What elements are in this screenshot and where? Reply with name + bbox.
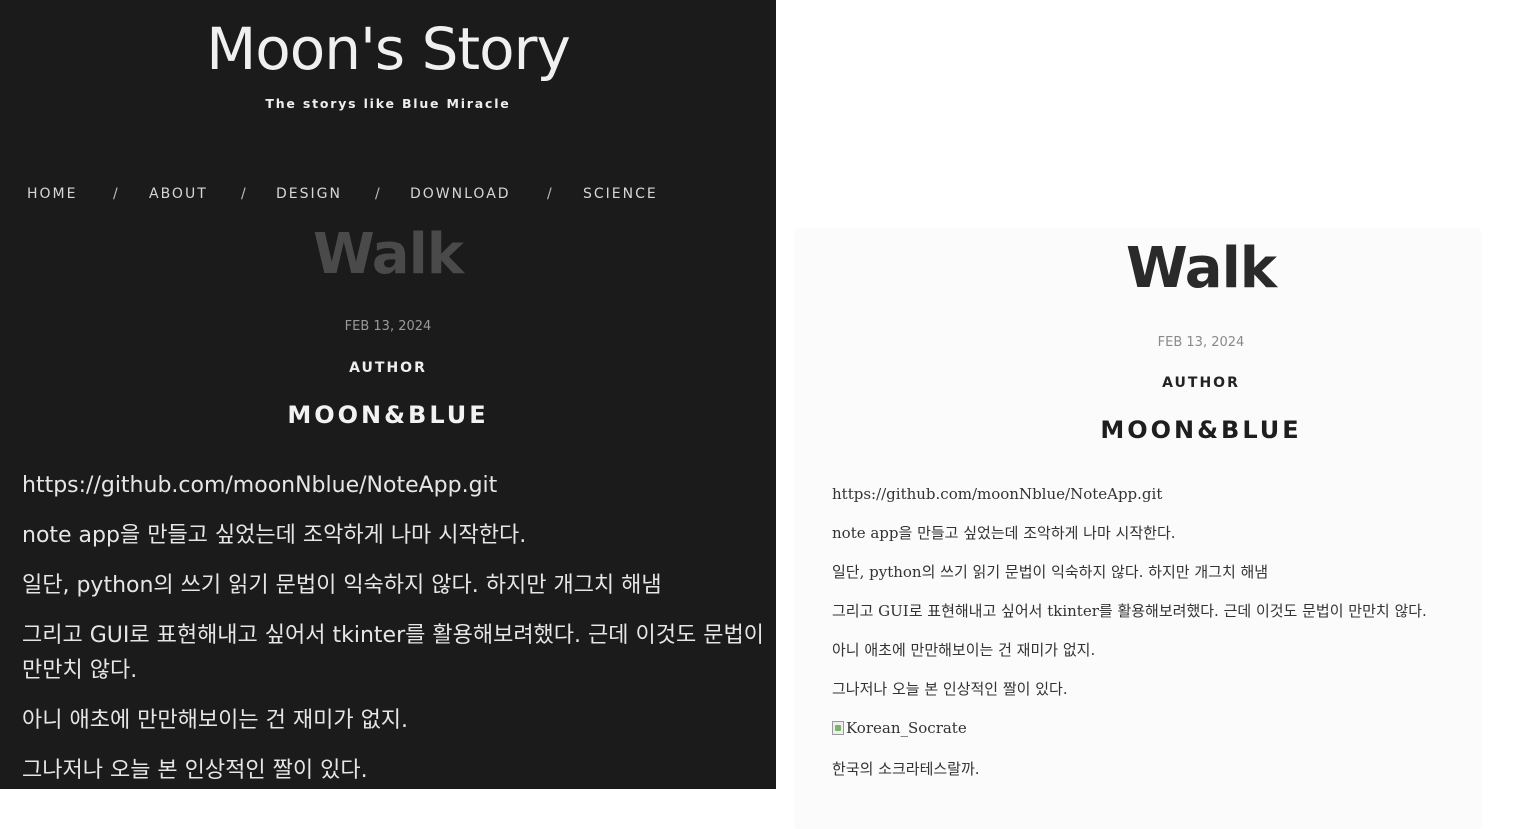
nav-separator: / [375, 186, 380, 202]
post-date: FEB 13, 2024 [1157, 335, 1245, 350]
nav-separator: / [547, 186, 552, 202]
nav-home-link[interactable]: HOME [27, 186, 77, 202]
content-paragraph: note app을 만들고 싶었는데 조악하게 나마 시작한다. [22, 523, 527, 548]
repo-link[interactable]: https://github.com/moonNblue/NoteApp.git [22, 468, 767, 503]
nav-separator: / [241, 186, 246, 202]
content-paragraph: 아니 애초에 만만해보이는 건 재미가 없지. [832, 641, 1096, 659]
content-paragraph: 일단, python의 쓰기 읽기 문법이 익숙하지 않다. 하지만 개그치 해… [22, 573, 662, 598]
image-caption: 한국의 소크라테스랄까. [832, 760, 980, 778]
author-name[interactable]: MOON&BLUE [0, 401, 776, 429]
author-name[interactable]: MOON&BLUE [795, 416, 1514, 444]
content-paragraph: 그리고 GUI로 표현해내고 싶어서 tkinter를 활용해보려했다. 근데 … [22, 623, 764, 683]
image-alt-text: Korean_Socrate [846, 719, 967, 737]
site-title[interactable]: Moon's Story [0, 14, 776, 84]
post-content: https://github.com/moonNblue/NoteApp.git… [22, 468, 767, 789]
site-subtitle: The storys like Blue Miracle [265, 96, 511, 111]
post-content: https://github.com/moonNblue/NoteApp.git… [832, 483, 1472, 797]
broken-image: Korean_Socrate [832, 717, 1472, 741]
content-paragraph: 그나저나 오늘 본 인상적인 짤이 있다. [832, 680, 1068, 698]
content-paragraph: 일단, python의 쓰기 읽기 문법이 익숙하지 않다. 하지만 개그치 해… [832, 563, 1269, 581]
nav-separator: / [113, 186, 118, 202]
nav-science-link[interactable]: SCIENCE [583, 186, 658, 202]
author-label: AUTHOR [1162, 375, 1240, 391]
main-nav: HOME / ABOUT / DESIGN / DOWNLOAD / SCIEN… [0, 186, 776, 206]
content-paragraph: 그리고 GUI로 표현해내고 싶어서 tkinter를 활용해보려했다. 근데 … [832, 602, 1427, 620]
repo-link[interactable]: https://github.com/moonNblue/NoteApp.git [832, 483, 1472, 505]
dark-theme-pane: Moon's Story The storys like Blue Miracl… [0, 0, 776, 789]
broken-image-icon [832, 721, 844, 735]
content-paragraph: 그나저나 오늘 본 인상적인 짤이 있다. [22, 758, 368, 783]
post-date: FEB 13, 2024 [344, 319, 432, 334]
post-title[interactable]: Walk [0, 222, 776, 288]
nav-about-link[interactable]: ABOUT [149, 186, 208, 202]
nav-download-link[interactable]: DOWNLOAD [410, 186, 511, 202]
nav-design-link[interactable]: DESIGN [276, 186, 342, 202]
author-label: AUTHOR [349, 360, 427, 376]
content-paragraph: 아니 애초에 만만해보이는 건 재미가 없지. [22, 708, 409, 733]
post-title[interactable]: Walk [795, 236, 1514, 302]
content-paragraph: note app을 만들고 싶었는데 조악하게 나마 시작한다. [832, 524, 1176, 542]
